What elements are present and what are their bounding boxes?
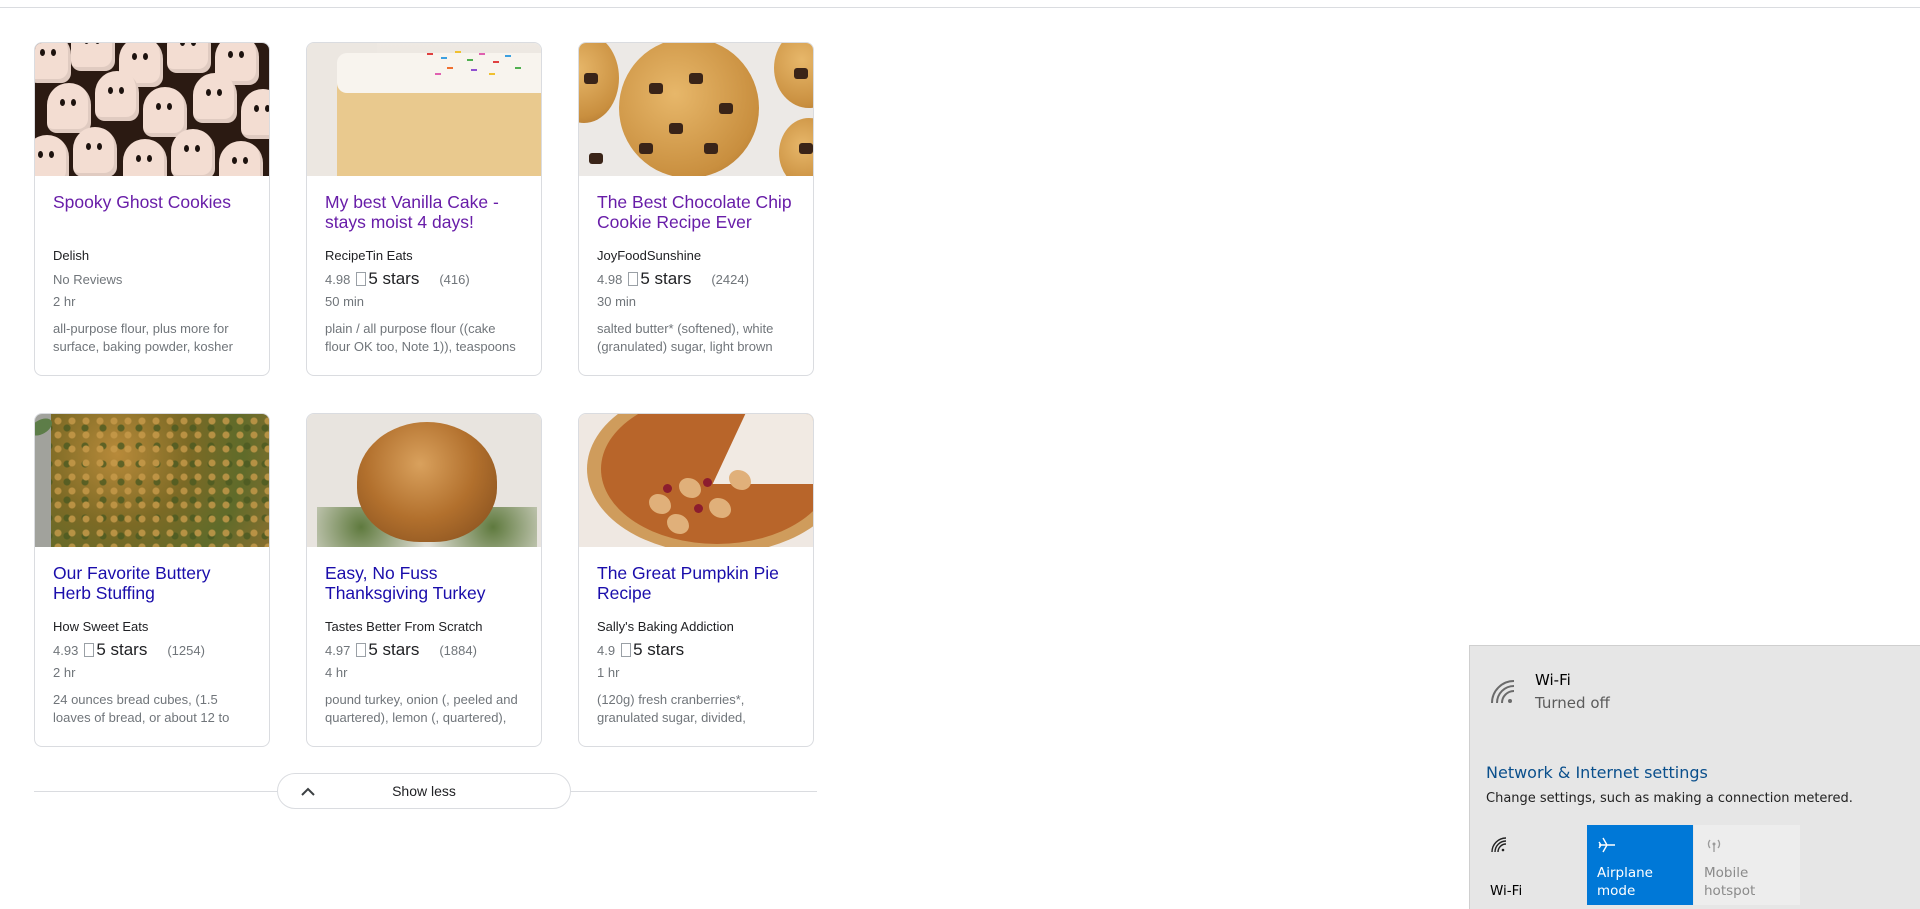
review-count: (2424) [711, 271, 749, 287]
stars-image: 5 stars [356, 269, 419, 289]
stars-alt: 5 stars [640, 269, 692, 288]
tile-label-line: Mobile [1704, 865, 1749, 881]
rating-row: 4.98 5 stars (416) [325, 269, 523, 289]
show-less-button[interactable]: Show less [277, 773, 571, 809]
cook-time: 30 min [597, 294, 637, 309]
airplane-icon [1598, 837, 1615, 853]
stars-alt: 5 stars [96, 640, 148, 659]
rating-row: 4.98 5 stars (2424) [597, 269, 795, 289]
network-flyout: Wi-Fi Turned off Network & Internet sett… [1469, 645, 1920, 909]
recipe-source: Delish [53, 248, 90, 263]
hotspot-icon [1707, 839, 1721, 852]
recipe-source: How Sweet Eats [53, 619, 149, 634]
ingredients: salted butter* (softened), white (granul… [597, 321, 774, 354]
wifi-icon [1491, 837, 1507, 853]
mobile-hotspot-tile[interactable]: Mobile hotspot [1694, 825, 1800, 905]
recipe-source: Tastes Better From Scratch [325, 619, 483, 634]
wifi-name: Wi-Fi [1535, 671, 1571, 689]
cook-time: 50 min [325, 294, 365, 309]
rating-value: 4.98 [597, 271, 623, 287]
rating-text: No Reviews [53, 271, 123, 287]
show-less-label: Show less [392, 783, 456, 799]
stars-image: 5 stars [621, 640, 684, 660]
tile-label: Airplane mode [1597, 865, 1653, 899]
tile-label: Mobile hotspot [1704, 864, 1755, 900]
recipe-title[interactable]: The Best Chocolate Chip Cookie Recipe Ev… [597, 192, 795, 232]
recipe-title[interactable]: My best Vanilla Cake - stays moist 4 day… [325, 192, 523, 232]
pumpkin-pie-image[interactable] [579, 414, 813, 547]
roast-turkey-image[interactable] [307, 414, 541, 547]
rating-row: 4.97 5 stars (1884) [325, 640, 523, 660]
ghost-cookies-image[interactable] [35, 43, 269, 176]
broken-image-icon [356, 643, 367, 657]
wifi-status: Turned off [1535, 694, 1610, 712]
recipe-source: Sally's Baking Addiction [597, 619, 734, 634]
chocolate-chip-cookie-image[interactable] [579, 43, 813, 176]
recipe-source: JoyFoodSunshine [597, 248, 702, 263]
recipe-card[interactable]: Easy, No Fuss Thanksgiving Turkey Tastes… [306, 413, 542, 747]
stars-image: 5 stars [84, 640, 147, 660]
broken-image-icon [356, 272, 367, 286]
cook-time: 4 hr [325, 665, 348, 680]
wifi-toggle-tile[interactable]: Wi-Fi [1480, 825, 1586, 905]
wifi-icon [1491, 680, 1515, 704]
ingredients: (120g) fresh cranberries*, granulated su… [597, 692, 746, 725]
network-settings-link[interactable]: Network & Internet settings [1486, 763, 1708, 782]
cook-time: 2 hr [53, 294, 76, 309]
ingredients: 24 ounces bread cubes, (1.5 loaves of br… [53, 692, 230, 725]
review-count: (1254) [167, 642, 205, 658]
review-count: (1884) [439, 642, 477, 658]
rating-row: 4.93 5 stars (1254) [53, 640, 251, 660]
ingredients: pound turkey, onion (, peeled and quarte… [325, 692, 518, 725]
recipe-title[interactable]: Our Favorite Buttery Herb Stuffing [53, 563, 251, 603]
rating-row: No Reviews [53, 270, 251, 288]
recipe-card[interactable]: My best Vanilla Cake - stays moist 4 day… [306, 42, 542, 376]
tile-label-line: hotspot [1704, 883, 1756, 899]
rating-row: 4.9 5 stars [597, 640, 795, 660]
broken-image-icon [84, 643, 95, 657]
broken-image-icon [628, 272, 639, 286]
recipe-source: RecipeTin Eats [325, 248, 413, 263]
stars-alt: 5 stars [368, 269, 420, 288]
review-count: (416) [439, 271, 470, 287]
rating-value: 4.93 [53, 642, 79, 658]
ingredients: plain / all purpose flour ((cake flour O… [325, 321, 516, 354]
herb-stuffing-image[interactable] [35, 414, 269, 547]
stars-alt: 5 stars [368, 640, 420, 659]
rating-value: 4.98 [325, 271, 351, 287]
rating-value: 4.9 [597, 642, 616, 658]
rating-value: 4.97 [325, 642, 351, 658]
recipe-card[interactable]: Spooky Ghost Cookies Delish No Reviews 2… [34, 42, 270, 376]
recipe-card[interactable]: The Great Pumpkin Pie Recipe Sally's Bak… [578, 413, 814, 747]
network-settings-description: Change settings, such as making a connec… [1486, 791, 1853, 806]
vanilla-cake-image[interactable] [307, 43, 541, 176]
recipe-title[interactable]: Spooky Ghost Cookies [53, 192, 251, 232]
recipe-title[interactable]: The Great Pumpkin Pie Recipe [597, 563, 795, 603]
airplane-mode-tile[interactable]: Airplane mode [1587, 825, 1693, 905]
tile-label: Wi-Fi [1490, 883, 1523, 899]
wifi-network-row[interactable]: Wi-Fi Turned off [1488, 671, 1908, 721]
cook-time: 2 hr [53, 665, 76, 680]
stars-alt: 5 stars [633, 640, 685, 659]
broken-image-icon [621, 643, 632, 657]
recipe-title[interactable]: Easy, No Fuss Thanksgiving Turkey [325, 563, 523, 603]
ingredients: all-purpose flour, plus more for surface… [53, 321, 233, 354]
stars-image: 5 stars [356, 640, 419, 660]
recipe-card[interactable]: The Best Chocolate Chip Cookie Recipe Ev… [578, 42, 814, 376]
stars-image: 5 stars [628, 269, 691, 289]
recipe-card[interactable]: Our Favorite Buttery Herb Stuffing How S… [34, 413, 270, 747]
cook-time: 1 hr [597, 665, 620, 680]
top-divider [0, 7, 1920, 8]
